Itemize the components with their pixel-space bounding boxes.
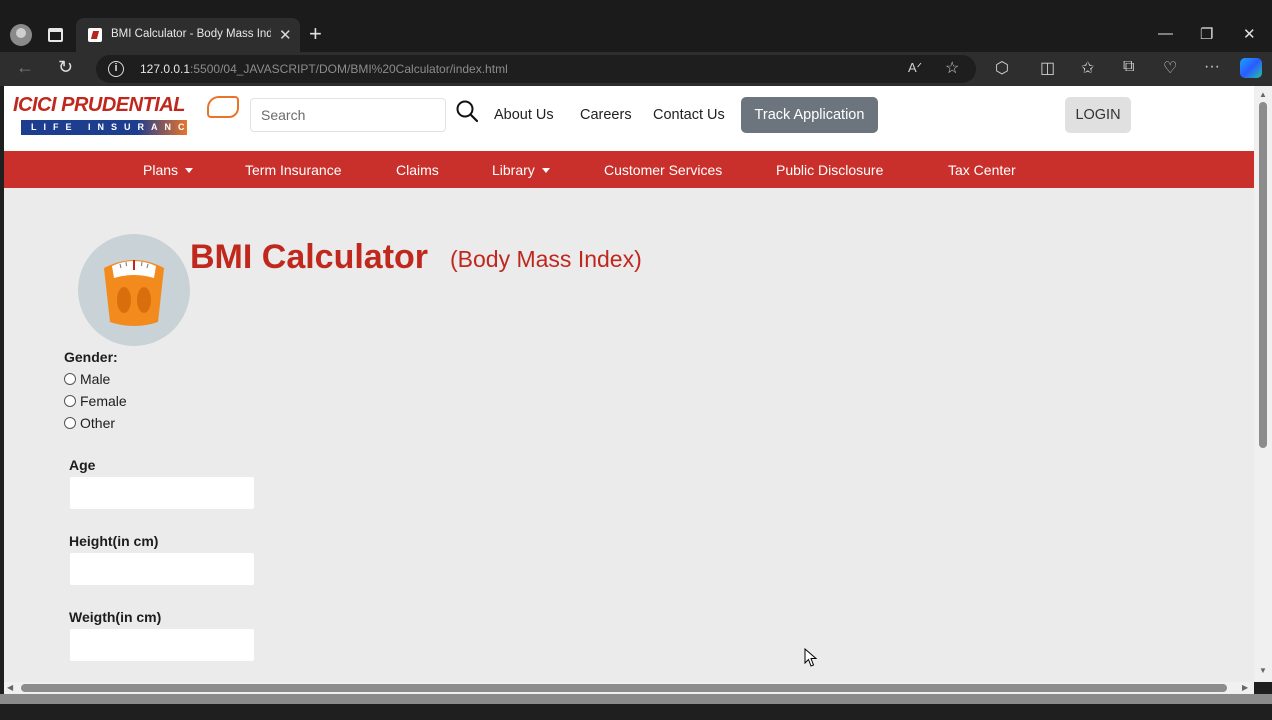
vertical-scroll-thumb[interactable] bbox=[1259, 102, 1267, 448]
brand-logo[interactable]: ICICI PRUDENTIAL LIFE INSURANCE bbox=[13, 94, 241, 138]
tabs-icon[interactable] bbox=[48, 28, 63, 42]
mouse-cursor-icon bbox=[804, 648, 818, 667]
nav-item-claims[interactable]: Claims bbox=[396, 162, 439, 178]
nav-link-contact-us[interactable]: Contact Us bbox=[653, 107, 725, 123]
weight-label: Weigth(in cm) bbox=[69, 609, 162, 625]
age-input[interactable] bbox=[70, 477, 254, 509]
copilot-icon[interactable] bbox=[1240, 58, 1262, 78]
page-subtitle: (Body Mass Index) bbox=[450, 246, 642, 272]
main-nav: Plans Term Insurance Claims Library Cust… bbox=[4, 151, 1254, 188]
restore-icon[interactable]: ❐ bbox=[1200, 25, 1213, 43]
horizontal-scroll-thumb[interactable] bbox=[21, 684, 1227, 692]
taskbar-strip bbox=[0, 694, 1272, 720]
profile-icon[interactable] bbox=[10, 24, 32, 46]
radio-label-female: Female bbox=[80, 393, 127, 409]
tab-close-icon[interactable]: ✕ bbox=[279, 26, 292, 44]
site-header: ICICI PRUDENTIAL LIFE INSURANCE About Us… bbox=[4, 86, 1254, 151]
nav-item-tax-center[interactable]: Tax Center bbox=[948, 162, 1016, 178]
back-icon[interactable]: ← bbox=[16, 57, 34, 78]
scroll-right-icon[interactable]: ▶ bbox=[1242, 683, 1248, 692]
more-icon[interactable]: ··· bbox=[1204, 58, 1220, 76]
web-page: ICICI PRUDENTIAL LIFE INSURANCE About Us… bbox=[4, 86, 1254, 682]
nav-item-public-disclosure[interactable]: Public Disclosure bbox=[776, 162, 883, 178]
radio-label-other: Other bbox=[80, 415, 116, 431]
scroll-up-icon[interactable]: ▲ bbox=[1259, 90, 1267, 99]
info-icon[interactable]: i bbox=[108, 61, 124, 77]
height-label: Height(in cm) bbox=[69, 533, 159, 549]
minimize-icon[interactable]: — bbox=[1158, 25, 1173, 42]
radio-label-male: Male bbox=[80, 371, 111, 387]
favorite-icon[interactable]: ☆ bbox=[945, 58, 959, 78]
browser-toolbar: ← ↻ i 127.0.0.1:5500/04_JAVASCRIPT/DOM/B… bbox=[0, 52, 1272, 86]
weight-input[interactable] bbox=[70, 629, 254, 661]
nav-item-library[interactable]: Library bbox=[492, 162, 550, 178]
read-aloud-icon[interactable]: Aᐟ bbox=[908, 60, 922, 76]
performance-icon[interactable]: ♡ bbox=[1163, 58, 1177, 78]
radio-female[interactable] bbox=[64, 395, 76, 407]
extensions-icon[interactable]: ⬡ bbox=[995, 58, 1009, 78]
lion-icon bbox=[207, 96, 239, 118]
split-screen-icon[interactable]: ◫ bbox=[1040, 58, 1055, 78]
logo-bar: LIFE INSURANCE bbox=[21, 120, 198, 135]
radio-male[interactable] bbox=[64, 373, 76, 385]
nav-item-term-insurance[interactable]: Term Insurance bbox=[245, 162, 341, 178]
track-application-button[interactable]: Track Application bbox=[741, 97, 878, 133]
new-tab-button[interactable]: + bbox=[309, 23, 322, 45]
bmi-scale-logo bbox=[78, 234, 190, 346]
age-label: Age bbox=[69, 457, 96, 473]
logo-text: ICICI PRUDENTIAL bbox=[13, 94, 186, 116]
radio-other[interactable] bbox=[64, 417, 76, 429]
reload-icon[interactable]: ↻ bbox=[58, 57, 73, 78]
url-text[interactable]: 127.0.0.1:5500/04_JAVASCRIPT/DOM/BMI%20C… bbox=[140, 62, 508, 76]
tab-title: BMI Calculator - Body Mass Inde bbox=[111, 28, 271, 40]
browser-titlebar: BMI Calculator - Body Mass Inde ✕ + — ❐ … bbox=[0, 0, 1272, 52]
nav-link-careers[interactable]: Careers bbox=[580, 107, 632, 123]
nav-link-about-us[interactable]: About Us bbox=[494, 107, 554, 123]
caret-down-icon bbox=[185, 168, 194, 173]
favorites-icon[interactable]: ✩ bbox=[1081, 58, 1094, 78]
weighing-scale-icon bbox=[104, 260, 164, 326]
nav-item-customer-services[interactable]: Customer Services bbox=[604, 162, 722, 178]
address-bar[interactable]: i 127.0.0.1:5500/04_JAVASCRIPT/DOM/BMI%2… bbox=[96, 55, 976, 83]
search-input[interactable] bbox=[250, 98, 446, 132]
gender-label: Gender: bbox=[64, 349, 118, 365]
collections-icon[interactable]: ⧉ bbox=[1123, 58, 1134, 76]
login-button[interactable]: LOGIN bbox=[1065, 97, 1131, 133]
caret-down-icon bbox=[541, 168, 550, 173]
search-icon[interactable] bbox=[456, 100, 478, 124]
close-icon[interactable]: ✕ bbox=[1243, 25, 1256, 43]
browser-tab[interactable]: BMI Calculator - Body Mass Inde ✕ bbox=[76, 18, 300, 52]
page-title: BMI Calculator bbox=[190, 238, 429, 276]
scroll-left-icon[interactable]: ◀ bbox=[7, 683, 13, 692]
vertical-scrollbar[interactable]: ▲ ▼ bbox=[1254, 86, 1272, 682]
height-input[interactable] bbox=[70, 553, 254, 585]
scroll-down-icon[interactable]: ▼ bbox=[1259, 666, 1267, 675]
favicon-icon bbox=[88, 28, 102, 42]
horizontal-scrollbar[interactable]: ◀ ▶ bbox=[4, 682, 1254, 694]
nav-item-plans[interactable]: Plans bbox=[143, 162, 194, 178]
